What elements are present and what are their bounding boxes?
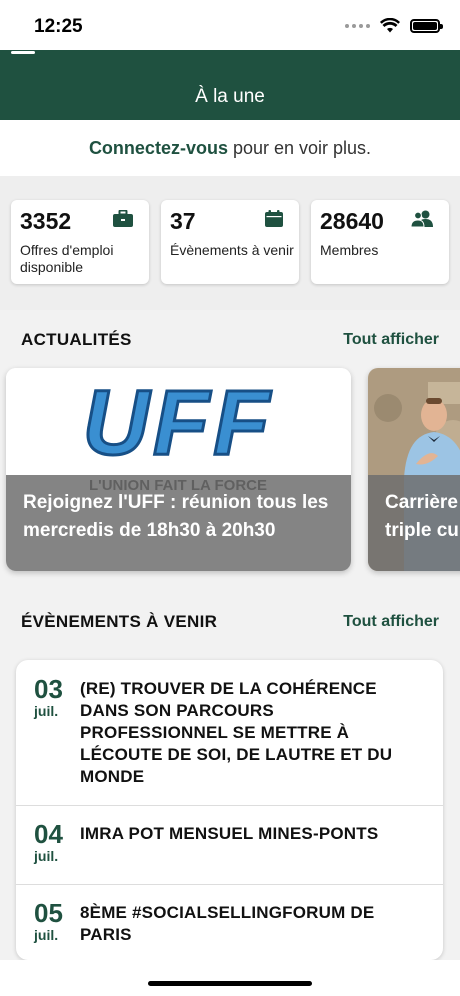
signal-icon — [345, 23, 370, 28]
event-item[interactable]: 03 juil. (RE) TROUVER DE LA COHÉRENCE DA… — [16, 660, 443, 805]
login-link[interactable]: Connectez-vous — [89, 138, 228, 159]
stat-value: 3352 — [20, 208, 72, 234]
stat-card-jobs[interactable]: 3352 Offres d'emploi disponible — [11, 200, 149, 284]
events-section-heading: ÉVÈNEMENTS À VENIR — [21, 612, 218, 631]
calendar-icon — [265, 210, 283, 227]
stat-card-events[interactable]: 37 Évènements à venir — [161, 200, 299, 284]
stat-value: 28640 — [320, 208, 384, 234]
event-month: juil. — [34, 927, 59, 943]
event-day: 03 — [34, 674, 63, 704]
news-card[interactable]: Carrière triple cu — [368, 368, 460, 571]
stat-label: Offres d'emploi disponible — [20, 242, 114, 275]
event-day: 05 — [34, 898, 63, 928]
login-prompt-text: pour en voir plus. — [232, 137, 372, 158]
stat-card-members[interactable]: 28640 Membres — [311, 200, 449, 284]
wifi-icon — [380, 18, 400, 33]
stats-section: 3352 Offres d'emploi disponible 37 Évène… — [0, 176, 460, 310]
event-item[interactable]: 05 juil. 8ÈME #SOCIALSELLINGFORUM DE PAR… — [16, 884, 443, 960]
stat-label: Évènements à venir — [170, 242, 294, 258]
news-section-heading: ACTUALITÉS — [21, 330, 132, 349]
status-icons — [345, 18, 443, 33]
battery-icon — [410, 18, 443, 33]
event-day: 04 — [34, 819, 63, 849]
hamburger-menu-icon[interactable] — [11, 36, 35, 54]
login-prompt: Connectez-vous pour en voir plus. — [0, 120, 460, 176]
events-list: 03 juil. (RE) TROUVER DE LA COHÉRENCE DA… — [16, 660, 443, 960]
news-overlay: Rejoignez l'UFF : réunion tous les mercr… — [6, 475, 351, 571]
news-title: Carrière triple cu — [385, 492, 459, 541]
news-overlay: Carrière triple cu — [368, 475, 460, 571]
navigation-bar — [0, 50, 460, 120]
status-time: 12:25 — [34, 16, 83, 37]
news-see-all-link[interactable]: Tout afficher — [343, 331, 439, 349]
news-title: Rejoignez l'UFF : réunion tous les mercr… — [23, 492, 329, 541]
bottom-safe-area — [0, 960, 460, 996]
members-icon — [411, 210, 433, 227]
stat-label: Membres — [320, 242, 379, 258]
event-title: 8ÈME #SOCIALSELLINGFORUM DE PARIS — [80, 903, 375, 944]
home-indicator[interactable] — [148, 981, 312, 986]
event-item[interactable]: 04 juil. IMRA POT MENSUEL MINES-PONTS — [16, 805, 443, 884]
briefcase-icon — [113, 210, 133, 227]
events-see-all-link[interactable]: Tout afficher — [343, 613, 439, 631]
news-card[interactable]: UFF L'UNION FAIT LA FORCE Rejoignez l'UF… — [6, 368, 351, 571]
status-bar: 12:25 — [0, 0, 460, 50]
svg-text:UFF: UFF — [83, 372, 274, 474]
event-month: juil. — [34, 703, 59, 719]
event-month: juil. — [34, 848, 59, 864]
event-title: IMRA POT MENSUEL MINES-PONTS — [80, 824, 379, 843]
page-title: À la une — [195, 86, 265, 107]
event-title: (RE) TROUVER DE LA COHÉRENCE DANS SON PA… — [80, 679, 393, 786]
stat-value: 37 — [170, 208, 196, 234]
